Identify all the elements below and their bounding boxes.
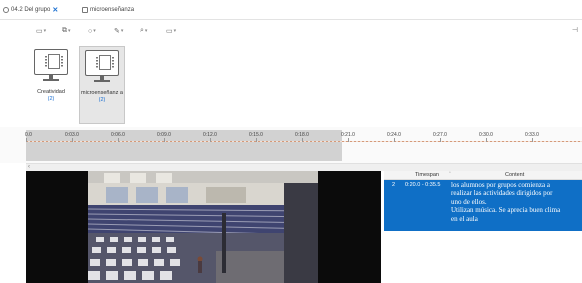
- content-line: los alumnos por grupos comienza a: [451, 181, 550, 189]
- timeline-tick: [118, 138, 119, 142]
- content-line: uno de ellos.: [451, 197, 487, 206]
- timeline-tick: [302, 138, 303, 142]
- shape-icon: ○: [88, 27, 93, 35]
- timeline-tick: [532, 138, 533, 142]
- chevron-down-icon: ▾: [144, 28, 148, 34]
- gallery-item-count: (2): [47, 96, 55, 102]
- shape-menu-button[interactable]: ○ ▾: [88, 25, 96, 37]
- row-timespan: 0:20.0 - 0:35.5: [405, 182, 441, 188]
- timeline-tick: [486, 138, 487, 142]
- tab-label: 04.2 Del grupo: [11, 7, 51, 13]
- pen-menu-button[interactable]: ✎ ▾: [114, 25, 123, 37]
- chevron-down-icon: ▾: [120, 28, 124, 34]
- tab-bar: 04.2 Del grupo ✕ microenseñanza: [0, 0, 582, 20]
- row-content: los alumnos por grupos comienza a realiz…: [451, 181, 581, 223]
- video-frame: [26, 171, 381, 283]
- zoom-icon: ⌕: [140, 27, 144, 34]
- gallery-item-creatividad[interactable]: Creatividad (2): [28, 46, 74, 124]
- toolbar: ▭ ▾ ⧉ ▾ ○ ▾ ✎ ▾ ⌕ ▾ ▭ ▾ ⊣: [0, 24, 582, 38]
- timeline-tick: [394, 138, 395, 142]
- pin-icon[interactable]: ⊣: [572, 26, 578, 34]
- timeline-tick: [440, 138, 441, 142]
- timeline-tick: [256, 138, 257, 142]
- row-index: 2: [392, 182, 396, 188]
- timeline-tick: [164, 138, 165, 142]
- gallery-item-count: (2): [98, 97, 106, 103]
- content-line: Utilizan música. Se aprecia buen clima: [451, 206, 561, 215]
- layout-menu-button[interactable]: ▭ ▾: [166, 25, 176, 37]
- view-icon: ▭: [36, 28, 43, 35]
- tab-del-grupo[interactable]: 04.2 Del grupo ✕: [3, 5, 58, 15]
- timeline-tick: [72, 138, 73, 142]
- column-header-content[interactable]: Content: [505, 172, 524, 178]
- layout-icon: ▭: [166, 28, 173, 35]
- content-line: en el aula: [451, 214, 478, 223]
- gallery-item-name: microenseñanz a: [81, 90, 123, 96]
- chevron-down-icon: ▾: [173, 28, 177, 34]
- gallery-item-name: Creatividad: [37, 89, 65, 95]
- document-gallery: Creatividad (2) microenseñanz a (2): [0, 44, 582, 124]
- table-header: Timespan ˆ Content: [384, 171, 582, 180]
- column-header-timespan[interactable]: Timespan: [415, 172, 439, 178]
- timeline-tick: [210, 138, 211, 142]
- timeline-tick: [348, 138, 349, 142]
- view-menu-button[interactable]: ▭ ▾: [36, 25, 46, 37]
- sort-icon[interactable]: ˆ: [449, 172, 451, 178]
- pen-icon: ✎: [114, 28, 120, 35]
- video-document-icon: [83, 50, 121, 82]
- audio-waveform: [26, 141, 582, 142]
- tab-microensenanza[interactable]: microenseñanza: [82, 5, 134, 15]
- filter-menu-button[interactable]: ⧉ ▾: [62, 25, 71, 37]
- table-row[interactable]: 2 0:20.0 - 0:35.5 los alumnos por grupos…: [384, 180, 582, 231]
- timeline-tick: [26, 138, 27, 142]
- radio-icon: [3, 7, 9, 13]
- timeline[interactable]: 0.0 0:03.0 0:06.0 0:09.0 0:12.0 0:15.0 0:18.0 0…: [0, 127, 582, 163]
- checkbox-icon: [82, 7, 88, 13]
- close-icon[interactable]: ✕: [52, 6, 58, 14]
- chevron-down-icon: ▾: [43, 28, 47, 34]
- gallery-item-microensenanza[interactable]: microenseñanz a (2): [79, 46, 125, 124]
- filter-icon: ⧉: [62, 27, 67, 34]
- chevron-down-icon: ▾: [68, 28, 71, 34]
- zoom-menu-button[interactable]: ⌕ ▾: [140, 25, 147, 37]
- video-player[interactable]: [26, 171, 381, 283]
- video-document-icon: [32, 49, 70, 81]
- annotation-table: Timespan ˆ Content 2 0:20.0 - 0:35.5 los…: [384, 171, 582, 231]
- chevron-down-icon: ▾: [93, 28, 96, 34]
- tab-label: microenseñanza: [90, 7, 135, 13]
- timeline-scrollbar[interactable]: [26, 163, 582, 171]
- chevron-left-icon[interactable]: ‹: [28, 164, 30, 170]
- content-line: realizar las actividades dirigidos por: [451, 189, 553, 198]
